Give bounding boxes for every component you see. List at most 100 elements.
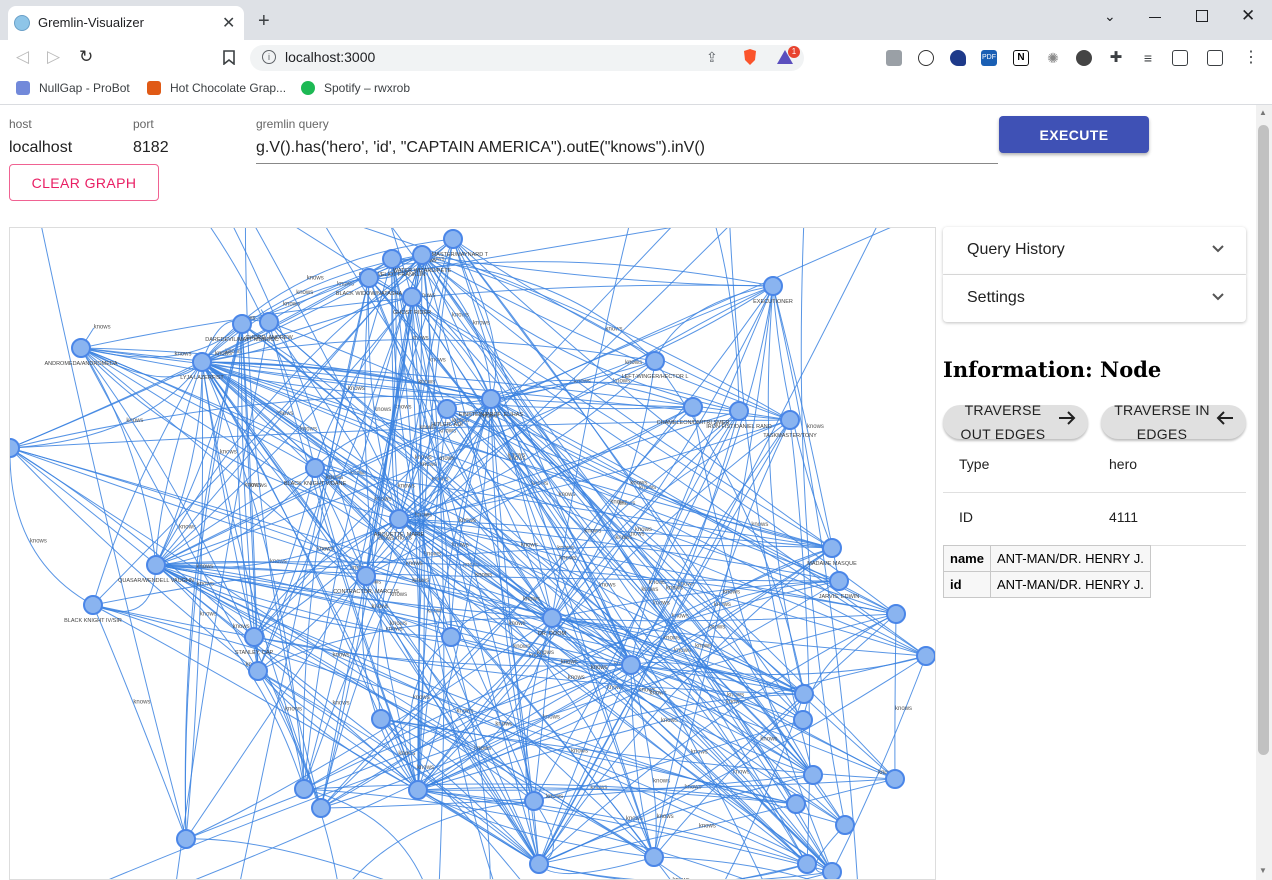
chevron-down-icon[interactable] bbox=[1212, 289, 1224, 305]
graph-edge bbox=[155, 564, 655, 858]
execute-button[interactable]: EXECUTE bbox=[999, 116, 1149, 153]
scroll-up-icon[interactable]: ▲ bbox=[1259, 108, 1267, 117]
graph-node[interactable] bbox=[146, 555, 166, 575]
chevron-down-icon[interactable] bbox=[1212, 241, 1224, 257]
graph-node[interactable] bbox=[822, 862, 842, 880]
graph-node[interactable] bbox=[71, 338, 91, 358]
settings-panel[interactable]: Settings bbox=[943, 275, 1246, 322]
node-label: GHOST RIDER bbox=[393, 310, 431, 316]
browser-tab[interactable]: Gremlin-Visualizer ✕ bbox=[8, 6, 244, 40]
graph-node[interactable] bbox=[524, 791, 544, 811]
graph-node[interactable] bbox=[402, 287, 422, 307]
graph-node[interactable] bbox=[83, 595, 103, 615]
reload-icon[interactable]: ↻ bbox=[79, 47, 93, 67]
graph-node[interactable] bbox=[794, 684, 814, 704]
pdf-extension-icon[interactable]: PDF bbox=[981, 50, 997, 66]
port-input[interactable]: 8182 bbox=[133, 139, 169, 157]
graph-node[interactable] bbox=[412, 245, 432, 265]
graph-node[interactable] bbox=[793, 710, 813, 730]
graph-node[interactable] bbox=[729, 401, 749, 421]
graph-node[interactable] bbox=[441, 627, 461, 647]
maximize-icon[interactable] bbox=[1196, 10, 1208, 22]
edge-label: knows bbox=[179, 525, 196, 531]
graph-node[interactable] bbox=[259, 312, 279, 332]
graph-node[interactable] bbox=[244, 627, 264, 647]
network-graph[interactable]: knows knows knows knows knows knows knows knows… bbox=[10, 228, 936, 880]
graph-node[interactable] bbox=[311, 798, 331, 818]
forward-icon[interactable]: ▷ bbox=[47, 47, 60, 67]
graph-node[interactable] bbox=[359, 268, 379, 288]
graph-node[interactable] bbox=[371, 709, 391, 729]
graph-node[interactable] bbox=[389, 509, 409, 529]
extension-puzzle-gray-icon[interactable]: ✺ bbox=[1045, 50, 1061, 66]
extension-dots-icon[interactable] bbox=[1076, 50, 1092, 66]
graph-node[interactable] bbox=[886, 604, 906, 624]
media-control-icon[interactable]: ≡ bbox=[1140, 50, 1156, 66]
graph-node[interactable] bbox=[481, 389, 501, 409]
window-close-icon[interactable]: ✕ bbox=[1241, 6, 1255, 26]
tab-close-icon[interactable]: ✕ bbox=[222, 13, 235, 33]
clear-graph-button[interactable]: CLEAR GRAPH bbox=[9, 164, 159, 201]
traverse-out-edges-button[interactable]: TRAVERSE OUT EDGES bbox=[943, 402, 1088, 442]
graph-node[interactable] bbox=[885, 769, 905, 789]
bookmark-icon[interactable] bbox=[223, 50, 235, 70]
sidebar-icon[interactable] bbox=[1172, 50, 1188, 66]
edge-label: knows bbox=[296, 290, 313, 296]
menu-icon[interactable]: ⋮ bbox=[1243, 50, 1259, 66]
graph-node[interactable] bbox=[835, 815, 855, 835]
edge-label: knows bbox=[475, 572, 492, 578]
bookmark-nullgap[interactable]: NullGap - ProBot bbox=[39, 81, 130, 95]
scrollbar-thumb[interactable] bbox=[1258, 125, 1269, 755]
graph-node[interactable] bbox=[248, 661, 268, 681]
graph-node[interactable] bbox=[192, 352, 212, 372]
host-input[interactable]: localhost bbox=[9, 139, 72, 157]
graph-node[interactable] bbox=[294, 779, 314, 799]
graph-node[interactable] bbox=[382, 249, 402, 269]
graph-node[interactable] bbox=[542, 608, 562, 628]
graph-node[interactable] bbox=[10, 438, 20, 458]
graph-node[interactable] bbox=[621, 655, 641, 675]
graph-node[interactable] bbox=[232, 314, 252, 334]
graph-node[interactable] bbox=[797, 854, 817, 874]
graph-node[interactable] bbox=[305, 458, 325, 478]
extension-heart-icon[interactable] bbox=[950, 50, 966, 66]
address-bar[interactable]: i localhost:3000 ⇪ 1 bbox=[250, 45, 804, 71]
extensions-puzzle-icon[interactable]: ✚ bbox=[1108, 50, 1124, 66]
graph-node[interactable] bbox=[176, 829, 196, 849]
share-icon[interactable]: ⇪ bbox=[706, 49, 718, 66]
extension-circle-icon[interactable] bbox=[918, 50, 934, 66]
graph-node[interactable] bbox=[916, 646, 935, 666]
graph-node[interactable] bbox=[822, 538, 842, 558]
site-info-icon[interactable]: i bbox=[262, 50, 276, 64]
graph-node[interactable] bbox=[644, 847, 664, 867]
notion-icon[interactable]: N bbox=[1013, 50, 1029, 66]
graph-node[interactable] bbox=[786, 794, 806, 814]
graph-node[interactable] bbox=[645, 351, 665, 371]
bookmark-hot-chocolate[interactable]: Hot Chocolate Grap... bbox=[170, 81, 286, 95]
graph-node[interactable] bbox=[763, 276, 783, 296]
id-value: 4111 bbox=[1109, 509, 1139, 525]
graph-node[interactable] bbox=[356, 566, 376, 586]
graph-node[interactable] bbox=[443, 229, 463, 249]
wallet-icon[interactable] bbox=[1207, 50, 1223, 66]
bookmark-spotify[interactable]: Spotify – rwxrob bbox=[324, 81, 410, 95]
graph-node[interactable] bbox=[683, 397, 703, 417]
minimize-icon[interactable] bbox=[1149, 17, 1161, 18]
new-tab-button[interactable]: + bbox=[258, 11, 270, 31]
graph-node[interactable] bbox=[829, 571, 849, 591]
graph-canvas[interactable]: knows knows knows knows knows knows knows knows… bbox=[9, 227, 936, 880]
traverse-in-edges-button[interactable]: TRAVERSE IN EDGES bbox=[1101, 402, 1246, 442]
tab-search-chevron-icon[interactable]: ⌄ bbox=[1104, 8, 1116, 25]
query-history-panel[interactable]: Query History bbox=[943, 227, 1246, 274]
brave-shield-icon[interactable] bbox=[742, 48, 758, 66]
back-icon[interactable]: ◁ bbox=[16, 47, 29, 67]
graph-node[interactable] bbox=[803, 765, 823, 785]
edge-label: knows bbox=[568, 675, 585, 681]
graph-node[interactable] bbox=[437, 399, 457, 419]
graph-node[interactable] bbox=[529, 854, 549, 874]
scroll-down-icon[interactable]: ▼ bbox=[1259, 866, 1267, 875]
query-input[interactable]: g.V().has('hero', 'id', "CAPTAIN AMERICA… bbox=[256, 139, 705, 157]
extension-avatar-icon[interactable] bbox=[886, 50, 902, 66]
graph-node[interactable] bbox=[408, 780, 428, 800]
graph-node[interactable] bbox=[780, 410, 800, 430]
